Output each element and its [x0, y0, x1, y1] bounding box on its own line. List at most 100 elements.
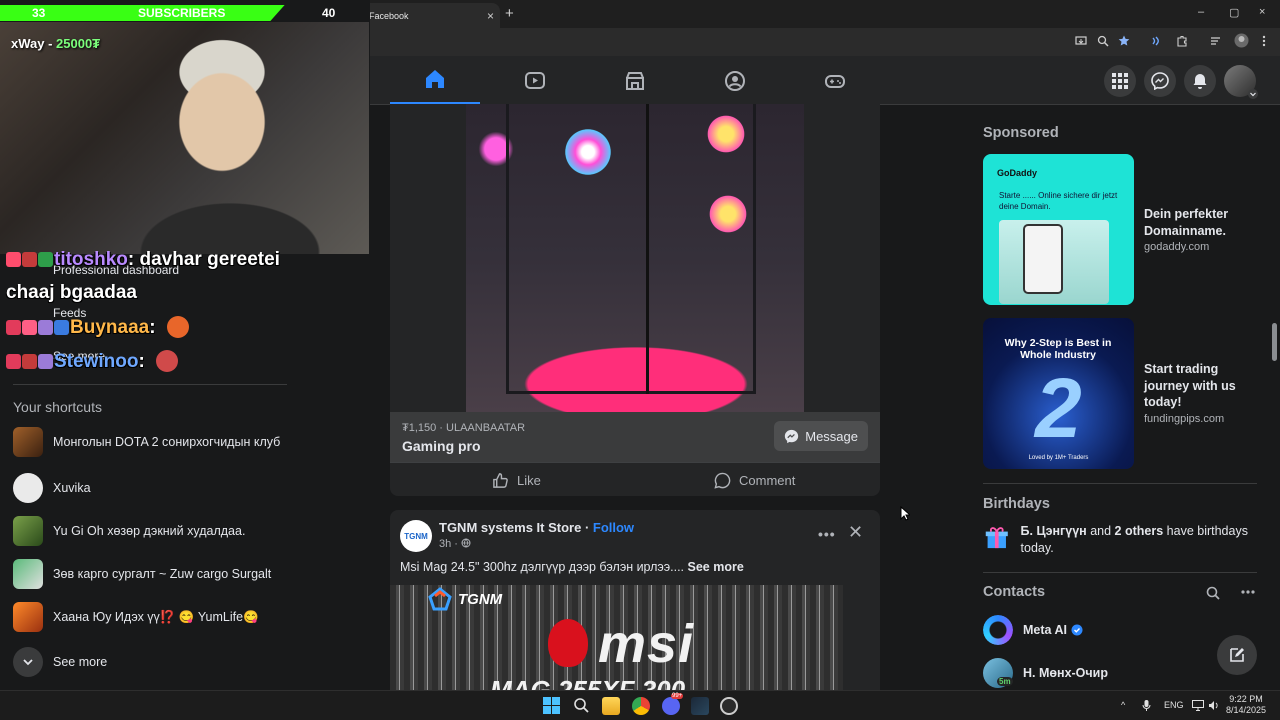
comment-button[interactable]: Comment	[714, 472, 795, 489]
microphone-icon[interactable]	[1142, 700, 1151, 712]
search-contacts-icon[interactable]	[1206, 586, 1220, 600]
sponsored-ad-fundingpips[interactable]: Why 2-Step is Best in Whole Industry 2 L…	[983, 318, 1263, 470]
shortcuts-see-more-button[interactable]: See more	[13, 647, 107, 677]
ad-headline: Start trading journey with us today!	[1144, 362, 1236, 409]
shortcut-item[interactable]: Yu Gi Oh хөзөр дэкний худалдаа.	[13, 516, 303, 546]
maximize-button[interactable]: ▢	[1229, 6, 1239, 19]
contacts-title: Contacts	[983, 584, 1046, 600]
chat-message-1-cont: chaaj bgaadaa	[6, 282, 137, 304]
address-bar[interactable]	[370, 31, 1140, 53]
windows-start-icon[interactable]	[543, 697, 560, 714]
taskbar-search-icon[interactable]	[573, 697, 590, 714]
donation-alert: xWay - 25000₮	[11, 36, 100, 51]
nav-gaming-tab[interactable]	[790, 56, 880, 105]
home-icon	[426, 70, 444, 88]
page-avatar-logo-text: TGNM	[404, 531, 428, 541]
mouse-cursor-icon	[900, 506, 910, 521]
video-icon	[525, 71, 545, 89]
gaming-pc-photo[interactable]	[466, 104, 804, 412]
msi-dragon-icon	[548, 619, 588, 667]
volume-icon[interactable]	[1208, 700, 1220, 711]
file-explorer-icon[interactable]	[602, 697, 620, 715]
close-window-button[interactable]: ×	[1259, 6, 1265, 18]
birthday-text: Б. Цэнгүүн and 2 others have birthdays t…	[1021, 523, 1263, 557]
listing-title[interactable]: Gaming pro	[402, 438, 481, 454]
extensions-puzzle-icon[interactable]	[1176, 35, 1188, 50]
feed-post-marketplace: ₮1,150 · ULAANBAATAR Gaming pro Message …	[390, 104, 880, 496]
chrome-icon[interactable]	[632, 697, 650, 715]
network-icon[interactable]	[1192, 700, 1204, 711]
shortcut-item[interactable]: Xuvika	[13, 473, 303, 503]
fundingpips-ad-title: Why 2-Step is Best in Whole Industry	[1004, 337, 1112, 361]
messenger-button[interactable]	[1144, 65, 1176, 97]
page-name-link[interactable]: TGNM systems It Store	[439, 520, 581, 535]
shortcut-thumb	[13, 427, 43, 457]
new-message-button[interactable]	[1217, 635, 1257, 675]
gaming-icon	[825, 74, 845, 88]
page-scrollbar[interactable]	[1270, 58, 1278, 688]
chevron-down-icon	[13, 647, 43, 677]
menu-grid-button[interactable]	[1104, 65, 1136, 97]
nav-groups-tab[interactable]	[690, 56, 780, 105]
shortcut-thumb	[13, 602, 43, 632]
message-seller-button[interactable]: Message	[774, 421, 868, 451]
see-more-link[interactable]: See more	[688, 560, 744, 574]
notifications-button[interactable]	[1184, 65, 1216, 97]
tray-chevron-up-icon[interactable]: ^	[1121, 700, 1125, 710]
taskbar-clock[interactable]: 9:22 PM 8/14/2025	[1226, 694, 1266, 716]
contact-avatar: 5m	[983, 658, 1013, 688]
right-divider	[983, 483, 1257, 484]
bookmark-star-icon[interactable]	[1118, 35, 1130, 50]
browser-menu-icon[interactable]	[1262, 35, 1266, 50]
sponsored-ad-godaddy[interactable]: GoDaddy Starte ...... Online sichere dir…	[983, 154, 1263, 306]
install-app-icon[interactable]	[1075, 35, 1087, 50]
fundingpips-big-number: 2	[1035, 361, 1082, 455]
minimize-button[interactable]: –	[1198, 6, 1204, 18]
tgnm-logo-icon	[428, 587, 452, 611]
new-tab-button[interactable]: +	[505, 5, 514, 22]
discord-icon[interactable]: 99+	[662, 693, 684, 715]
birthday-item[interactable]: Б. Цэнгүүн and 2 others have birthdays t…	[983, 523, 1263, 557]
profile-avatar-icon[interactable]	[1234, 33, 1249, 51]
shortcut-thumb	[13, 473, 43, 503]
obs-icon[interactable]	[720, 697, 738, 715]
hide-post-close-icon[interactable]: ✕	[848, 522, 863, 543]
contacts-options-icon[interactable]	[1241, 589, 1255, 595]
contact-munkh-ochir[interactable]: 5m Н. Мөнх-Очир	[983, 658, 1108, 688]
keyboard-language[interactable]: ENG	[1164, 700, 1184, 710]
zoom-icon[interactable]	[1097, 35, 1109, 50]
post-options-icon[interactable]: •••	[818, 526, 836, 542]
scrollbar-thumb[interactable]	[1272, 323, 1277, 361]
pc-case-edge	[646, 104, 649, 394]
chat-username: titoshko	[54, 249, 128, 270]
messenger-icon	[1151, 72, 1169, 90]
tab-title: Facebook	[369, 10, 409, 21]
like-button[interactable]: Like	[492, 472, 541, 489]
heart-badge-icon	[6, 252, 21, 267]
nav-video-tab[interactable]	[490, 56, 580, 105]
shortcut-item[interactable]: Монголын DOTA 2 сонирхогчидын клуб	[13, 427, 303, 457]
feed-post-tgnm: TGNM TGNM systems It Store · Follow 3h ·…	[390, 510, 880, 690]
mask-badge-icon	[38, 354, 53, 369]
page-avatar[interactable]: TGNM	[400, 520, 432, 552]
clock-date: 8/14/2025	[1226, 705, 1267, 715]
nav-marketplace-tab[interactable]	[590, 56, 680, 105]
contact-name: Meta AI	[1023, 623, 1067, 637]
contact-meta-ai[interactable]: Meta AI	[983, 615, 1083, 645]
post-time-text[interactable]: 3h ·	[439, 538, 461, 550]
account-chevron-down-icon[interactable]	[1248, 89, 1258, 99]
extension-audio-icon[interactable]	[1150, 35, 1162, 50]
shortcut-item[interactable]: Хаана Юу Идэх үү⁉️ 😋 YumLife😋	[13, 602, 303, 632]
shortcut-label: Хаана Юу Идэх үү⁉️ 😋 YumLife😋	[53, 609, 259, 624]
shortcut-item[interactable]: Зөв карго сургалт ~ Zuw cargo Surgalt	[13, 559, 303, 589]
steam-icon[interactable]	[691, 697, 709, 715]
follow-button[interactable]: Follow	[593, 520, 634, 535]
tab-close-icon[interactable]: ×	[487, 9, 494, 23]
msi-monitor-ad-image[interactable]: TGNM msi MAG 255XF 300	[390, 585, 843, 690]
sponsored-title: Sponsored	[983, 125, 1059, 141]
reading-list-icon[interactable]	[1210, 35, 1222, 50]
nav-home-tab[interactable]	[390, 56, 480, 105]
chat-text: chaaj bgaadaa	[6, 282, 137, 303]
chat-username: Buynaaa	[70, 317, 150, 338]
sub-goal-label: SUBSCRIBERS	[138, 6, 226, 20]
